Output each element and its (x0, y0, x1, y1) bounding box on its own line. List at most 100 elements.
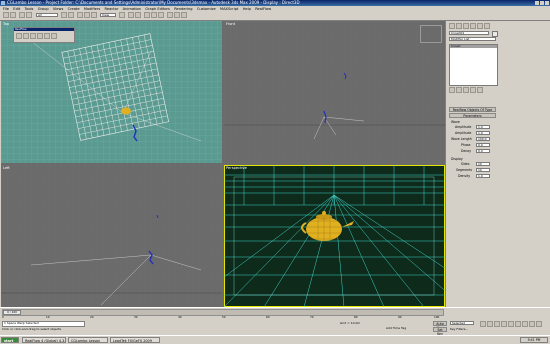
select-by-name-icon[interactable] (68, 12, 74, 18)
density-field[interactable]: 1.0 (476, 174, 490, 178)
phase-field[interactable]: 0.0 (476, 143, 490, 147)
rollout-realflow-objects[interactable]: Realflow Objects Of Type (449, 107, 496, 112)
amplitude-1-value: 1.0 (478, 125, 483, 129)
auto-key-button[interactable]: Auto Key (433, 321, 447, 330)
tick-label: 0 (2, 315, 4, 319)
motion-tab-icon[interactable] (470, 23, 476, 29)
layer-icon[interactable] (144, 12, 150, 18)
key-filters-button[interactable]: Key Filters... (450, 327, 476, 331)
orbit-icon[interactable] (529, 321, 535, 327)
add-time-tag[interactable]: Add Time Tag (386, 326, 416, 330)
go-to-end-icon[interactable] (508, 321, 514, 327)
show-end-result-icon[interactable] (456, 87, 462, 93)
configure-sets-icon[interactable] (477, 87, 483, 93)
next-frame-icon[interactable] (501, 321, 507, 327)
material-editor-icon[interactable] (167, 12, 173, 18)
modifier-stack[interactable]: Crowd (449, 44, 498, 86)
reference-coord-dropdown[interactable]: View (100, 13, 116, 17)
object-name-field[interactable]: Crowd01 (449, 31, 489, 35)
task-realflow[interactable]: RealFlow 4 (Global) 4.3.8 (22, 337, 66, 343)
make-unique-icon[interactable] (463, 87, 469, 93)
modify-tab-icon[interactable] (456, 23, 462, 29)
pivot-icon[interactable] (119, 12, 125, 18)
left-viewport-grid (1, 165, 222, 307)
curve-editor-icon[interactable] (151, 12, 157, 18)
param-label: Phase (461, 143, 471, 147)
rollout-parameters[interactable]: Parameters (449, 113, 496, 118)
scale-icon[interactable] (91, 12, 97, 18)
decay-field[interactable]: 0.0 (476, 149, 490, 153)
front-viewport-grid (224, 21, 445, 163)
align-icon[interactable] (135, 12, 141, 18)
viewport-label-left[interactable]: Left (3, 166, 10, 170)
key-selection-dropdown[interactable]: Selected (450, 321, 474, 325)
create-tab-icon[interactable] (449, 23, 455, 29)
viewport-perspective[interactable]: Perspective (224, 165, 445, 307)
phase-value: 0.0 (478, 143, 483, 147)
start-button[interactable]: start (1, 337, 19, 343)
viewport-label-front[interactable]: Front (226, 22, 235, 26)
viewport-label-perspective[interactable]: Perspective (226, 166, 247, 170)
segments-field[interactable]: 10 (476, 168, 490, 172)
app-icon (1, 1, 5, 5)
pin-stack-icon[interactable] (449, 87, 455, 93)
task-cglambo[interactable]: CGLambo Lesson (68, 337, 108, 343)
close-icon[interactable] (545, 1, 549, 5)
realflow-floating-panel[interactable]: RealFlow (13, 27, 75, 43)
task-leadtek[interactable]: LeadTek FX/GeFX 2009 (110, 337, 160, 343)
timeline-ruler[interactable]: 0 10 20 30 40 50 60 70 80 90 100 (2, 315, 442, 319)
utilities-tab-icon[interactable] (484, 23, 490, 29)
viewcube-icon[interactable] (420, 25, 442, 43)
prompt-line: Click or click-and-drag to select object… (2, 327, 62, 331)
realflow-import-icon[interactable] (23, 33, 29, 39)
unlink-icon[interactable] (26, 12, 32, 18)
select-icon[interactable] (61, 12, 67, 18)
modifier-list-dropdown[interactable]: Modifier List (449, 37, 496, 41)
realflow-particles-icon[interactable] (37, 33, 43, 39)
tick-label: 70 (310, 315, 314, 319)
viewport-front[interactable]: Front (224, 21, 445, 163)
prev-frame-icon[interactable] (487, 321, 493, 327)
move-icon[interactable] (77, 12, 83, 18)
viewport-label-top[interactable]: Top (3, 22, 9, 26)
tick-label: 40 (178, 315, 182, 319)
minimize-icon[interactable] (535, 1, 539, 5)
realflow-export-icon[interactable] (16, 33, 22, 39)
viewport-left[interactable]: Left (1, 165, 222, 307)
schematic-icon[interactable] (158, 12, 164, 18)
realflow-mesh-icon[interactable] (30, 33, 36, 39)
render-icon[interactable] (181, 12, 187, 18)
amplitude-2-field[interactable]: 1.0 (476, 131, 490, 135)
viewport-top[interactable]: Top RealFlow (1, 21, 222, 163)
perspective-viewport-grid (224, 165, 445, 307)
hierarchy-tab-icon[interactable] (463, 23, 469, 29)
go-to-start-icon[interactable] (480, 321, 486, 327)
wave-length-field[interactable]: 100.0 (476, 137, 490, 141)
render-setup-icon[interactable] (174, 12, 180, 18)
play-icon[interactable] (494, 321, 500, 327)
modifier-stack-item[interactable]: Crowd (450, 45, 497, 48)
param-label: Segments (456, 168, 473, 172)
maximize-viewport-icon[interactable] (536, 321, 542, 327)
rotate-icon[interactable] (84, 12, 90, 18)
link-icon[interactable] (19, 12, 25, 18)
pan-icon[interactable] (522, 321, 528, 327)
realflow-settings-icon[interactable] (51, 33, 57, 39)
realflow-camera-icon[interactable] (44, 33, 50, 39)
display-tab-icon[interactable] (477, 23, 483, 29)
sides-field[interactable]: 10 (476, 162, 490, 166)
tick-label: 10 (46, 315, 50, 319)
zoom-icon[interactable] (515, 321, 521, 327)
tick-label: 50 (222, 315, 226, 319)
tick-label: 90 (398, 315, 402, 319)
selection-filter-dropdown[interactable]: All (36, 13, 58, 17)
set-key-button[interactable]: Set Key (433, 327, 447, 336)
undo-icon[interactable] (3, 12, 9, 18)
amplitude-1-field[interactable]: 1.0 (476, 125, 490, 129)
mirror-icon[interactable] (128, 12, 134, 18)
display-group-label: Display (451, 157, 463, 161)
redo-icon[interactable] (10, 12, 16, 18)
remove-modifier-icon[interactable] (470, 87, 476, 93)
maximize-icon[interactable] (540, 1, 544, 5)
status-bar: 0 / 100 0 10 20 30 40 50 60 70 80 90 100… (0, 307, 550, 336)
